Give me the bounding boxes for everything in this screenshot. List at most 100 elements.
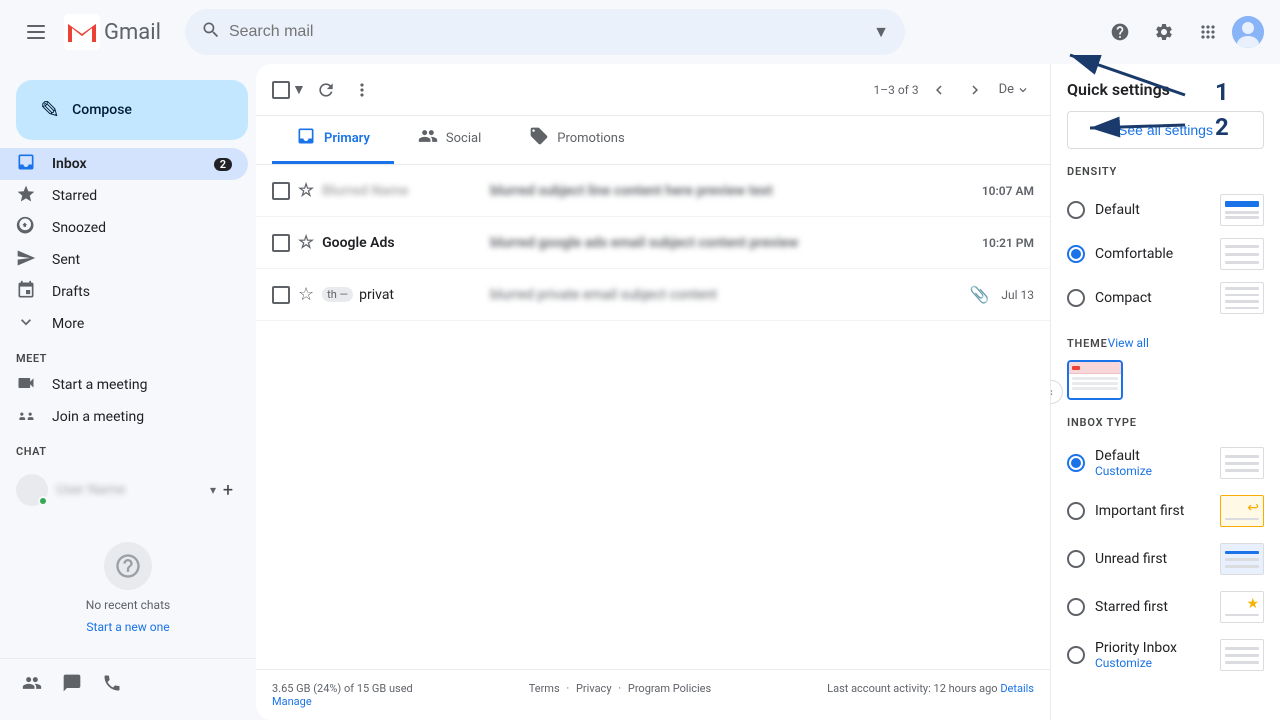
add-chat-button[interactable]: +: [216, 478, 240, 502]
theme-preview-item[interactable]: [1067, 360, 1123, 400]
avatar[interactable]: [1232, 16, 1264, 48]
no-chats-section: No recent chats Start a new one: [0, 518, 256, 658]
inbox-label-starred-first: Starred first: [1095, 599, 1210, 615]
terms-link[interactable]: Terms: [529, 682, 560, 695]
refresh-button[interactable]: [310, 74, 342, 106]
program-policies-link[interactable]: Program Policies: [628, 682, 711, 695]
inbox-radio-starred-first[interactable]: [1067, 598, 1085, 616]
select-dropdown-icon[interactable]: ▼: [292, 81, 306, 98]
email-star-1[interactable]: ☆: [298, 180, 314, 201]
email-star-2[interactable]: ☆: [298, 232, 314, 253]
app-container: Gmail ▼ ✎: [0, 0, 1280, 720]
density-option-compact[interactable]: Compact: [1067, 276, 1264, 320]
sidebar-item-sent[interactable]: Sent: [0, 244, 248, 276]
email-subject-3: blurred private email subject content: [490, 287, 957, 303]
table-row[interactable]: ☆ th — privat blurred private email subj…: [256, 269, 1050, 321]
inbox-option-unread-first[interactable]: Unread first: [1067, 535, 1264, 583]
hamburger-button[interactable]: [16, 12, 56, 52]
chat-user-item[interactable]: User Name ▾: [16, 470, 216, 510]
sidebar-item-inbox[interactable]: Inbox 2: [0, 148, 248, 180]
theme-section-title: THEME: [1067, 337, 1108, 350]
inbox-radio-unread-first[interactable]: [1067, 550, 1085, 568]
prev-page-button[interactable]: [923, 74, 955, 106]
chat-section: User Name ▾ +: [0, 462, 256, 518]
search-input[interactable]: [229, 23, 865, 41]
inbox-option-default[interactable]: Default Customize: [1067, 439, 1264, 487]
email-checkbox-1[interactable]: [272, 182, 290, 200]
select-all-checkbox-area[interactable]: ▼: [272, 81, 306, 99]
density-option-comfortable[interactable]: Comfortable: [1067, 232, 1264, 276]
inbox-option-priority-inbox[interactable]: Priority Inbox Customize: [1067, 631, 1264, 679]
density-label-default: Default: [1095, 202, 1210, 218]
table-row[interactable]: ☆ Google Ads blurred google ads email su…: [256, 217, 1050, 269]
no-chats-text: No recent chats: [86, 598, 170, 612]
promotions-tab-label: Promotions: [557, 131, 624, 146]
social-tab-icon: [418, 126, 438, 151]
density-radio-default[interactable]: [1067, 201, 1085, 219]
see-all-settings-button[interactable]: See all settings: [1067, 111, 1264, 149]
table-row[interactable]: ☆ Blurred Name blurred subject line cont…: [256, 165, 1050, 217]
sidebar-item-drafts[interactable]: Drafts: [0, 276, 248, 308]
chat-bubble-icon-button[interactable]: [56, 667, 88, 699]
theme-preview-top: [1069, 362, 1121, 374]
details-link[interactable]: Details: [1000, 682, 1034, 695]
inbox-option-important-first[interactable]: Important first ↩: [1067, 487, 1264, 535]
sent-icon: [16, 248, 36, 273]
inbox-radio-important-first[interactable]: [1067, 502, 1085, 520]
view-all-themes-link[interactable]: View all: [1108, 336, 1149, 350]
view-options-button[interactable]: De: [995, 74, 1034, 106]
search-bar[interactable]: ▼: [185, 9, 905, 55]
manage-storage-link[interactable]: Manage: [272, 695, 312, 708]
starred-label: Starred: [52, 188, 232, 204]
inbox-customize-priority[interactable]: Customize: [1095, 656, 1210, 670]
email-star-3[interactable]: ☆: [298, 284, 314, 305]
email-checkbox-3[interactable]: [272, 286, 290, 304]
sidebar-item-more[interactable]: More: [0, 308, 248, 340]
density-option-default[interactable]: Default: [1067, 188, 1264, 232]
density-preview-default: [1220, 194, 1264, 226]
video-icon: [16, 373, 36, 398]
email-time-2: 10:21 PM: [982, 236, 1034, 250]
select-all-checkbox[interactable]: [272, 81, 290, 99]
tab-promotions[interactable]: Promotions: [505, 116, 648, 164]
sidebar-item-join-meeting[interactable]: Join a meeting: [0, 401, 248, 433]
apps-button[interactable]: [1188, 12, 1228, 52]
main-content: ▼ 1–3 of 3: [256, 64, 1050, 720]
social-tab-label: Social: [446, 131, 481, 146]
start-new-chat-link[interactable]: Start a new one: [86, 620, 169, 634]
inbox-preview-important-first: ↩: [1220, 495, 1264, 527]
tab-social[interactable]: Social: [394, 116, 505, 164]
sidebar-item-start-meeting[interactable]: Start a meeting: [0, 369, 248, 401]
phone-icon-button[interactable]: [96, 667, 128, 699]
more-options-button[interactable]: [346, 74, 378, 106]
inbox-radio-priority-inbox[interactable]: [1067, 646, 1085, 664]
snoozed-label: Snoozed: [52, 220, 232, 236]
inbox-icon: [16, 152, 36, 177]
compose-button[interactable]: ✎ Compose: [16, 80, 248, 140]
search-options-icon[interactable]: ▼: [873, 22, 889, 42]
sidebar-item-starred[interactable]: Starred: [0, 180, 248, 212]
inbox-option-starred-first[interactable]: Starred first ★: [1067, 583, 1264, 631]
density-section: DENSITY Default Comfortable: [1067, 165, 1264, 320]
inbox-preview-priority-inbox: [1220, 639, 1264, 671]
density-radio-compact[interactable]: [1067, 289, 1085, 307]
settings-button[interactable]: [1144, 12, 1184, 52]
density-radio-comfortable[interactable]: [1067, 245, 1085, 263]
email-time-3: Jul 13: [1001, 288, 1034, 302]
privacy-link[interactable]: Privacy: [576, 682, 612, 695]
storage-info: 3.65 GB (24%) of 15 GB used Manage: [272, 682, 413, 708]
email-subject-2: blurred google ads email subject content…: [490, 235, 974, 251]
next-page-button[interactable]: [959, 74, 991, 106]
tab-primary[interactable]: Primary: [272, 116, 394, 164]
people-icon-button[interactable]: [16, 667, 48, 699]
drafts-icon: [16, 280, 36, 305]
inbox-radio-default[interactable]: [1067, 454, 1085, 472]
sidebar-item-snoozed[interactable]: Snoozed: [0, 212, 248, 244]
help-button[interactable]: [1100, 12, 1140, 52]
email-list: ☆ Blurred Name blurred subject line cont…: [256, 165, 1050, 669]
panel-collapse-button[interactable]: ‹: [1050, 380, 1063, 404]
theme-section: THEME View all: [1067, 336, 1264, 400]
email-checkbox-2[interactable]: [272, 234, 290, 252]
inbox-customize-default[interactable]: Customize: [1095, 464, 1210, 478]
top-right-actions: [1100, 12, 1264, 52]
